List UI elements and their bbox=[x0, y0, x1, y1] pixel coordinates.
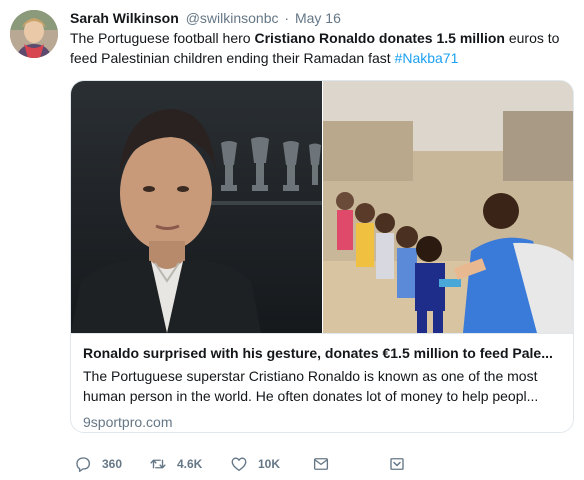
reply-icon bbox=[76, 457, 91, 472]
card-image-right bbox=[323, 81, 573, 333]
tweet-header: Sarah Wilkinson @swilkinsonbc · May 16 bbox=[70, 9, 341, 27]
card-image-left bbox=[71, 81, 322, 333]
card-image[interactable] bbox=[71, 81, 573, 333]
reply-count: 360 bbox=[102, 457, 123, 471]
chevron-down-icon bbox=[390, 458, 404, 470]
tweet-text-part1: The Portuguese football hero bbox=[70, 30, 255, 46]
retweet-icon bbox=[150, 459, 166, 469]
direct-message-button[interactable] bbox=[312, 452, 330, 476]
more-button[interactable] bbox=[388, 452, 406, 476]
card-domain: 9sportpro.com bbox=[83, 414, 173, 430]
card-divider bbox=[71, 333, 573, 334]
author-handle[interactable]: @swilkinsonbc bbox=[186, 10, 279, 26]
retweet-count: 4.6K bbox=[177, 457, 203, 471]
tweet-date[interactable]: May 16 bbox=[295, 10, 341, 26]
link-card[interactable]: Ronaldo surprised with his gesture, dona… bbox=[70, 80, 574, 433]
card-title[interactable]: Ronaldo surprised with his gesture, dona… bbox=[83, 343, 563, 363]
heart-icon bbox=[231, 457, 247, 472]
hashtag-link[interactable]: #Nakba71 bbox=[395, 50, 459, 66]
card-description: The Portuguese superstar Cristiano Ronal… bbox=[83, 368, 539, 404]
reply-button[interactable]: 360 bbox=[74, 452, 122, 476]
tweet-text-bold: Cristiano Ronaldo donates 1.5 million bbox=[254, 30, 505, 46]
tweet[interactable]: Sarah Wilkinson @swilkinsonbc · May 16 T… bbox=[0, 0, 584, 480]
envelope-icon bbox=[313, 458, 329, 470]
like-count: 10K bbox=[258, 457, 281, 471]
separator-dot: · bbox=[284, 10, 290, 26]
retweet-button[interactable]: 4.6K bbox=[149, 452, 202, 476]
like-button[interactable]: 10K bbox=[230, 452, 280, 476]
avatar[interactable] bbox=[10, 10, 58, 58]
author-name[interactable]: Sarah Wilkinson bbox=[70, 10, 179, 26]
tweet-text: The Portuguese football hero Cristiano R… bbox=[70, 28, 570, 68]
card-body: Ronaldo surprised with his gesture, dona… bbox=[83, 343, 563, 432]
